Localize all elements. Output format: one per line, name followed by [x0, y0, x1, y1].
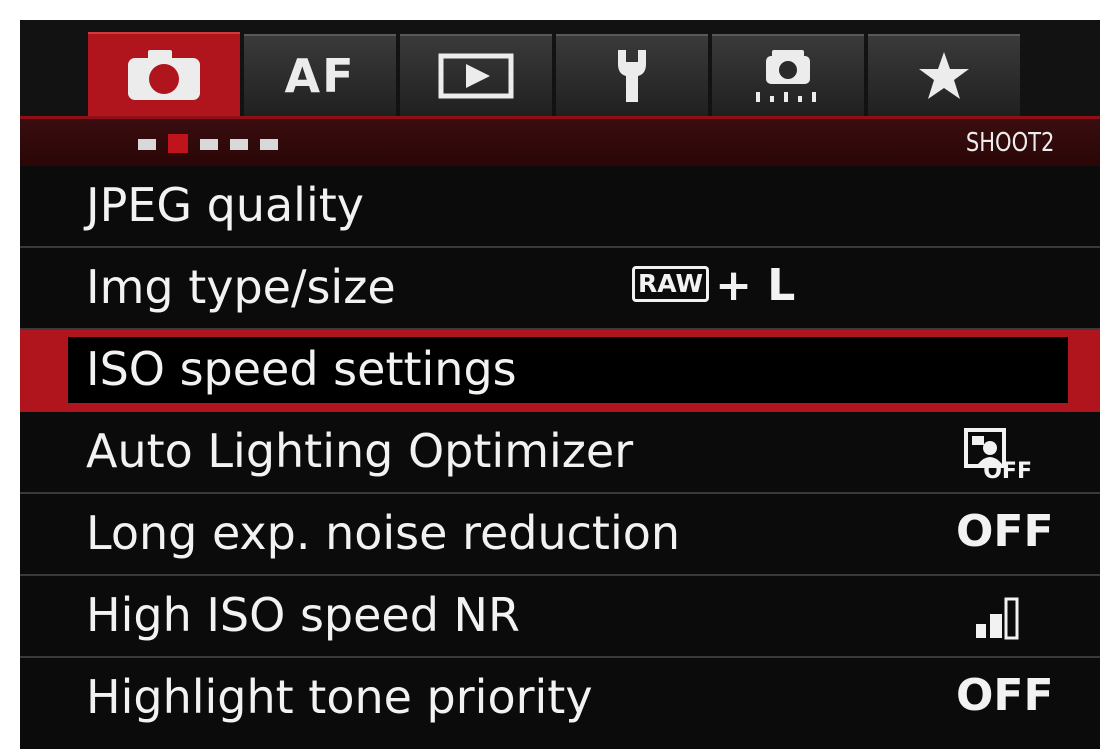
tab-playback[interactable]: [400, 34, 552, 116]
menu-item-jpeg-quality[interactable]: JPEG quality: [20, 166, 1100, 248]
tab-setup[interactable]: [556, 34, 708, 116]
menu-item-highlight-tone-priority[interactable]: Highlight tone priority OFF: [20, 658, 1100, 740]
img-size-value: + L: [715, 260, 796, 311]
menu-item-label: Img type/size: [86, 260, 396, 314]
menu-item-label: ISO speed settings: [86, 342, 517, 396]
alo-off-icon: OFF: [964, 428, 1032, 482]
tab-my-menu[interactable]: [868, 34, 1020, 116]
tab-custom[interactable]: [712, 34, 864, 116]
page-dot-1: [138, 139, 156, 150]
page-dot-3: [200, 139, 218, 150]
img-type-size-value: RAW + L: [632, 260, 795, 311]
menu-item-img-type-size[interactable]: Img type/size RAW + L: [20, 248, 1100, 330]
tab-bar: AF: [20, 20, 1100, 116]
menu-item-label: Long exp. noise reduction: [86, 506, 681, 560]
camera-icon: [128, 50, 200, 100]
page-name: SHOOT2: [965, 128, 1054, 158]
menu-item-iso-speed-settings[interactable]: ISO speed settings: [20, 330, 1100, 412]
custom-functions-icon: [756, 50, 816, 102]
page-indicator-bar: SHOOT2: [20, 116, 1100, 166]
menu-item-long-exp-nr[interactable]: Long exp. noise reduction OFF: [20, 494, 1100, 576]
highlight-tone-priority-value: OFF: [956, 670, 1054, 721]
tab-shoot[interactable]: [88, 32, 240, 116]
tab-af[interactable]: AF: [244, 34, 396, 116]
star-icon: [919, 52, 969, 99]
menu-item-label: Highlight tone priority: [86, 670, 593, 724]
wrench-icon: [618, 50, 646, 102]
page-dot-2-active: [168, 134, 188, 153]
menu-item-label: Auto Lighting Optimizer: [86, 424, 634, 478]
raw-badge: RAW: [632, 266, 710, 302]
camera-menu-screen: AF SHOOT2 JPEG quality Img type/size RAW…: [20, 20, 1100, 749]
page-dot-4: [230, 139, 248, 150]
nr-level-icon: [976, 597, 1019, 640]
tab-af-label: AF: [284, 49, 356, 103]
menu-item-high-iso-nr[interactable]: High ISO speed NR: [20, 576, 1100, 658]
menu-item-label: JPEG quality: [86, 178, 364, 232]
page-dot-5: [260, 139, 278, 150]
long-exp-nr-value: OFF: [956, 506, 1054, 557]
menu-item-auto-lighting-optimizer[interactable]: Auto Lighting Optimizer OFF: [20, 412, 1100, 494]
alo-off-text: OFF: [983, 459, 1032, 482]
menu-item-label: High ISO speed NR: [86, 588, 520, 642]
playback-icon: [438, 53, 514, 99]
